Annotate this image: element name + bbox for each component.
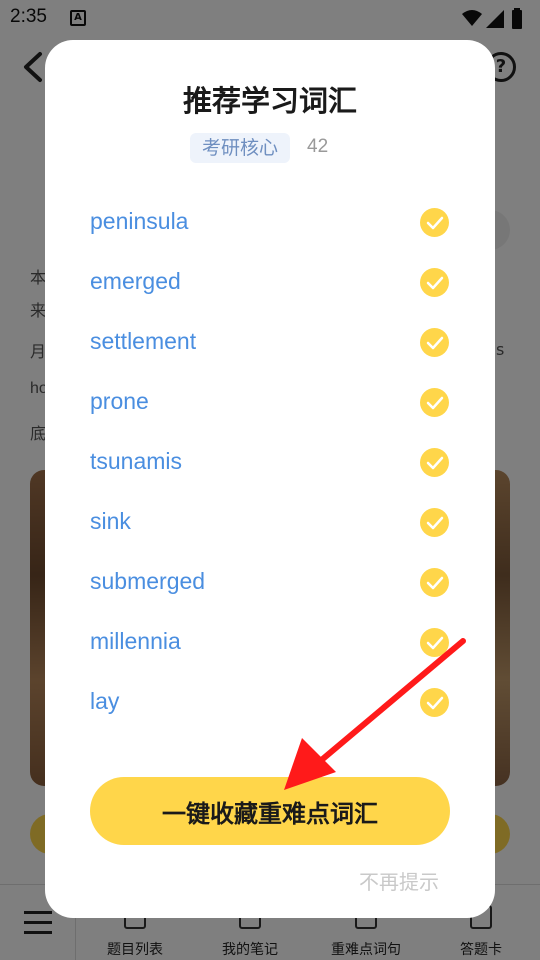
word-text: prone — [90, 388, 149, 414]
checkmark-icon[interactable] — [420, 328, 449, 357]
word-row[interactable]: lay — [45, 672, 495, 732]
recommended-words-dialog: 推荐学习词汇 考研核心 42 peninsula emerged settlem… — [45, 40, 495, 918]
checkmark-icon[interactable] — [420, 628, 449, 657]
word-text: millennia — [90, 628, 181, 654]
category-tag: 考研核心 — [190, 133, 290, 163]
word-row[interactable]: prone — [45, 372, 495, 432]
checkmark-icon[interactable] — [420, 388, 449, 417]
word-row[interactable]: submerged — [45, 552, 495, 612]
checkmark-icon[interactable] — [420, 568, 449, 597]
checkmark-icon[interactable] — [420, 268, 449, 297]
word-text: settlement — [90, 328, 197, 354]
word-text: tsunamis — [90, 448, 183, 474]
word-row[interactable]: sink — [45, 492, 495, 552]
checkmark-icon[interactable] — [420, 688, 449, 717]
word-row[interactable]: emerged — [45, 252, 495, 312]
checkmark-icon[interactable] — [420, 508, 449, 537]
word-list: peninsula emerged settlement prone tsuna… — [45, 192, 495, 732]
checkmark-icon[interactable] — [420, 448, 449, 477]
word-row[interactable]: peninsula — [45, 192, 495, 252]
word-text: lay — [90, 688, 120, 714]
word-text: sink — [90, 508, 131, 534]
dialog-title: 推荐学习词汇 — [182, 84, 357, 118]
word-row[interactable]: millennia — [45, 612, 495, 672]
word-text: emerged — [90, 268, 181, 294]
word-row[interactable]: tsunamis — [45, 432, 495, 492]
word-count: 42 — [307, 136, 329, 157]
word-text: peninsula — [90, 208, 189, 234]
word-row[interactable]: settlement — [45, 312, 495, 372]
word-text: submerged — [90, 568, 206, 594]
checkmark-icon[interactable] — [420, 208, 449, 237]
dont-remind-link[interactable]: 不再提示 — [359, 866, 439, 895]
collect-all-button[interactable]: 一键收藏重难点词汇 — [90, 777, 450, 845]
